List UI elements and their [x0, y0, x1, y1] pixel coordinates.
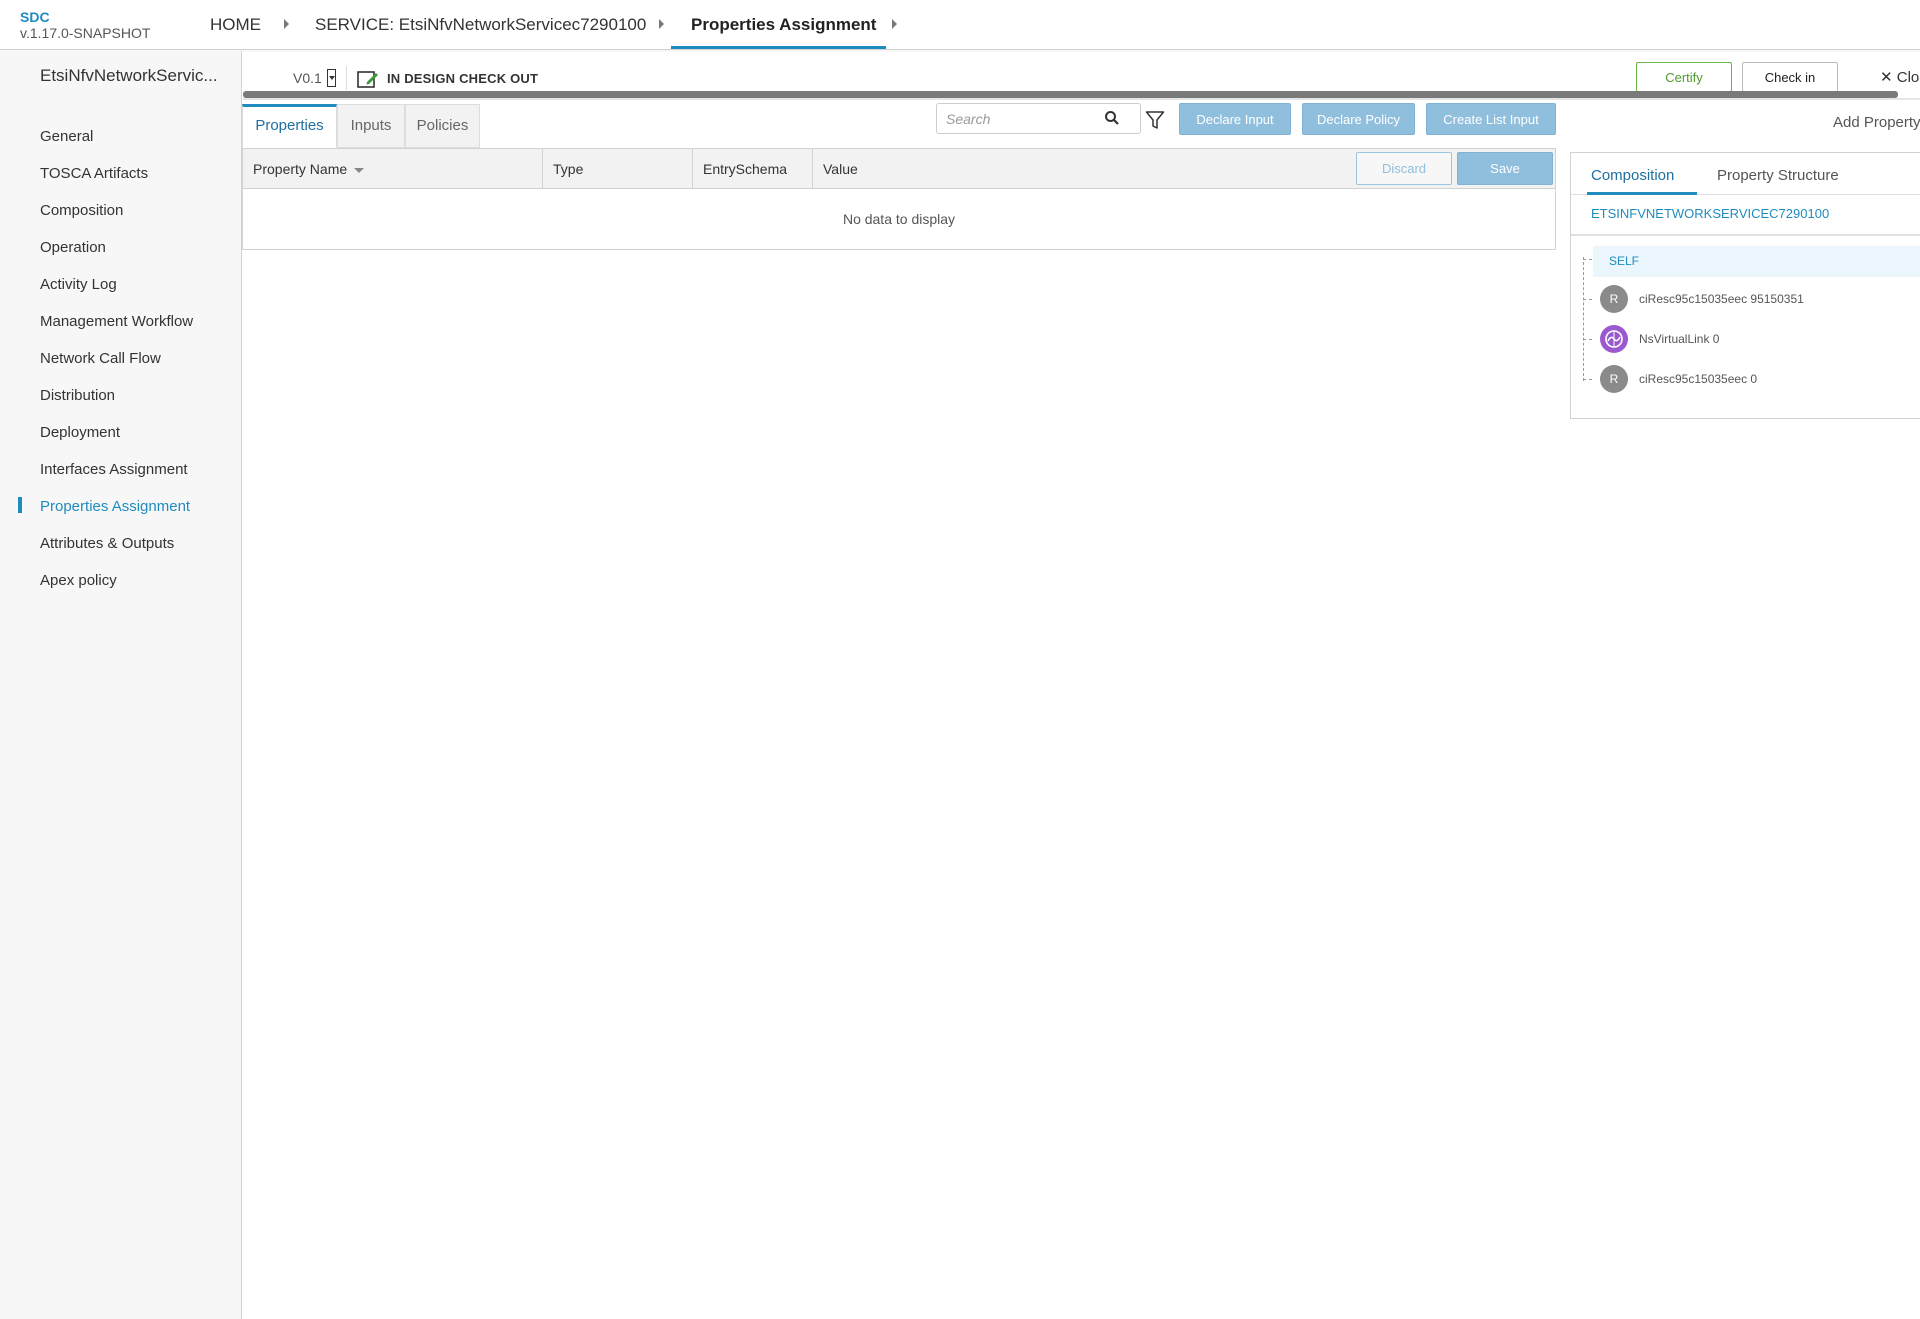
column-header-property-name[interactable]: Property Name — [243, 149, 543, 189]
checkout-edit-icon — [357, 71, 378, 88]
left-sidebar: EtsiNfvNetworkServic... General TOSCA Ar… — [0, 51, 242, 1319]
sidebar-item-tosca-artifacts[interactable]: TOSCA Artifacts — [40, 165, 148, 182]
tree-connector — [1583, 379, 1592, 380]
close-label: Clo — [1896, 69, 1920, 86]
declare-policy-button[interactable]: Declare Policy — [1302, 103, 1415, 135]
sidebar-item-activity-log[interactable]: Activity Log — [40, 276, 117, 293]
tree-node-label: ciResc95c15035eec 95150351 — [1639, 292, 1804, 306]
resource-icon: R — [1600, 365, 1628, 393]
sidebar-item-management-workflow[interactable]: Management Workflow — [40, 313, 193, 330]
sidebar-item-operation[interactable]: Operation — [40, 239, 106, 256]
chevron-down-icon[interactable] — [327, 69, 336, 87]
sidebar-item-interfaces-assignment[interactable]: Interfaces Assignment — [40, 461, 188, 478]
properties-table: Property Name Type EntrySchema Value Dis… — [242, 148, 1556, 250]
app-logo[interactable]: SDC — [20, 9, 50, 25]
add-property-title: Add Property — [1833, 114, 1920, 131]
horizontal-scrollbar[interactable] — [243, 91, 1898, 98]
tree-node-label: ciResc95c15035eec 0 — [1639, 372, 1758, 386]
tab-policies[interactable]: Policies — [405, 104, 480, 148]
breadcrumb-current[interactable]: Properties Assignment — [691, 15, 876, 35]
panel-divider — [1571, 234, 1920, 236]
tab-properties[interactable]: Properties — [242, 104, 337, 148]
breadcrumb-active-indicator — [671, 46, 886, 49]
column-header-label: Property Name — [253, 161, 348, 177]
empty-table-message: No data to display — [842, 211, 956, 227]
active-tab-indicator — [1587, 192, 1697, 195]
sidebar-item-deployment[interactable]: Deployment — [40, 424, 120, 441]
tab-composition[interactable]: Composition — [1591, 167, 1674, 184]
sidebar-item-general[interactable]: General — [40, 128, 93, 145]
breadcrumb-arrow-icon[interactable] — [284, 19, 289, 29]
declare-input-button[interactable]: Declare Input — [1179, 103, 1291, 135]
sort-down-icon[interactable] — [354, 167, 365, 173]
breadcrumb-service[interactable]: SERVICE: EtsiNfvNetworkServicec7290100 — [315, 15, 646, 35]
sidebar-item-attributes-outputs[interactable]: Attributes & Outputs — [40, 535, 174, 552]
column-header-value[interactable]: Value — [813, 149, 1013, 189]
resource-icon: R — [1600, 285, 1628, 313]
close-button[interactable]: ✕ Clo — [1880, 68, 1919, 86]
table-header: Property Name Type EntrySchema Value Dis… — [243, 149, 1555, 189]
search-icon[interactable] — [1104, 110, 1120, 126]
tree-connector — [1583, 257, 1584, 381]
check-in-button[interactable]: Check in — [1742, 62, 1838, 92]
search-input[interactable] — [946, 109, 1106, 129]
breadcrumb-arrow-icon[interactable] — [892, 19, 897, 29]
composition-panel: Composition Property Structure ETSINFVNE… — [1570, 152, 1920, 419]
tree-node-self[interactable]: SELF — [1593, 246, 1920, 277]
sidebar-title: EtsiNfvNetworkServic... — [40, 66, 218, 85]
certify-button[interactable]: Certify — [1636, 62, 1732, 92]
tab-inputs[interactable]: Inputs — [337, 104, 405, 148]
close-icon: ✕ — [1880, 69, 1893, 86]
tree-connector — [1583, 299, 1592, 300]
filter-icon[interactable] — [1145, 110, 1165, 130]
column-header-entryschema[interactable]: EntrySchema — [693, 149, 813, 189]
network-icon — [1600, 325, 1628, 353]
top-bar: SDC v.1.17.0-SNAPSHOT HOME SERVICE: Etsi… — [0, 0, 1920, 50]
header-divider — [346, 66, 347, 90]
breadcrumb-arrow-icon[interactable] — [659, 19, 664, 29]
discard-button[interactable]: Discard — [1356, 152, 1452, 185]
create-list-input-button[interactable]: Create List Input — [1426, 103, 1556, 135]
sidebar-item-composition[interactable]: Composition — [40, 202, 123, 219]
scrollbar-track — [243, 98, 1920, 100]
column-header-type[interactable]: Type — [543, 149, 693, 189]
tree-node-label: NsVirtualLink 0 — [1639, 332, 1720, 346]
breadcrumb-home[interactable]: HOME — [210, 15, 261, 35]
sidebar-item-apex-policy[interactable]: Apex policy — [40, 572, 117, 589]
save-button[interactable]: Save — [1457, 152, 1553, 185]
tree-connector — [1583, 339, 1592, 340]
active-nav-marker — [18, 497, 22, 513]
version-select[interactable]: V0.1 — [293, 70, 322, 86]
tree-connector — [1583, 259, 1592, 260]
sidebar-item-properties-assignment[interactable]: Properties Assignment — [40, 498, 190, 515]
tab-property-structure[interactable]: Property Structure — [1717, 167, 1839, 184]
sidebar-item-distribution[interactable]: Distribution — [40, 387, 115, 404]
lifecycle-status: IN DESIGN CHECK OUT — [387, 71, 539, 86]
app-version: v.1.17.0-SNAPSHOT — [20, 25, 151, 41]
service-name-link[interactable]: ETSINFVNETWORKSERVICEC7290100 — [1591, 206, 1829, 221]
sidebar-item-network-call-flow[interactable]: Network Call Flow — [40, 350, 161, 367]
